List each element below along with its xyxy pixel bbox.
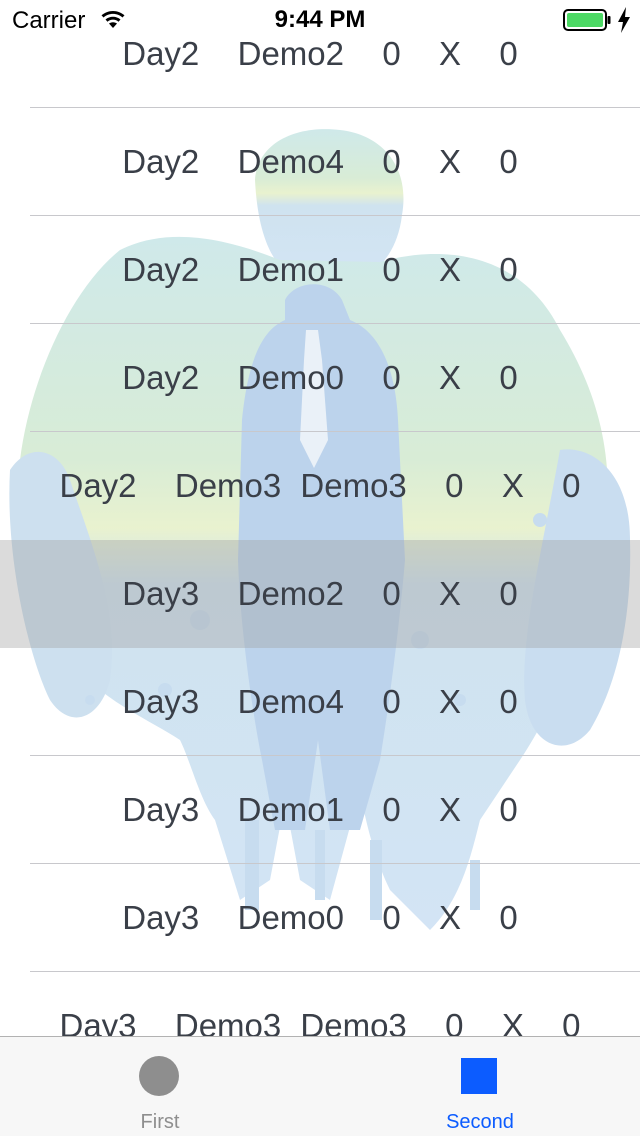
table-view[interactable]: Day2 Demo2 0 X 0 Day2 Demo4 0 X 0 Day2 D… xyxy=(0,0,640,1036)
app-screen: Day2 Demo2 0 X 0 Day2 Demo4 0 X 0 Day2 D… xyxy=(0,0,640,1136)
row-label: Day2 Demo4 0 X 0 xyxy=(122,143,518,180)
table-row[interactable]: Day2 Demo3 Demo3 0 X 0 xyxy=(0,432,640,540)
row-label: Day3 Demo1 0 X 0 xyxy=(122,791,518,828)
table-row[interactable]: Day3 Demo0 0 X 0 xyxy=(0,864,640,972)
tab-bar: First Second xyxy=(0,1036,640,1136)
row-label: Day3 Demo3 Demo3 0 X 0 xyxy=(59,1007,581,1036)
row-label: Day2 Demo3 Demo3 0 X 0 xyxy=(59,467,581,504)
tab-first[interactable]: First xyxy=(0,1037,320,1136)
table-row[interactable]: Day3 Demo1 0 X 0 xyxy=(0,756,640,864)
tab-second[interactable]: Second xyxy=(320,1037,640,1136)
row-label: Day3 Demo2 0 X 0 xyxy=(122,575,518,612)
row-label: Day2 Demo1 0 X 0 xyxy=(122,251,518,288)
row-label: Day2 Demo0 0 X 0 xyxy=(122,359,518,396)
table-row-selected[interactable]: Day3 Demo2 0 X 0 xyxy=(0,540,640,648)
circle-icon xyxy=(139,1056,179,1096)
table-row[interactable]: Day3 Demo4 0 X 0 xyxy=(0,648,640,756)
status-bar: Carrier 9:44 PM xyxy=(0,0,640,40)
row-label: Day2 Demo2 0 X 0 xyxy=(122,35,518,72)
tab-label: Second xyxy=(446,1111,514,1133)
row-label: Day3 Demo0 0 X 0 xyxy=(122,899,518,936)
tab-label: First xyxy=(140,1111,180,1133)
row-label: Day3 Demo4 0 X 0 xyxy=(122,683,518,720)
table-row[interactable]: Day2 Demo0 0 X 0 xyxy=(0,324,640,432)
battery-icon xyxy=(563,9,611,31)
bolt-icon xyxy=(618,7,630,33)
square-icon xyxy=(461,1058,497,1094)
table-row[interactable]: Day2 Demo4 0 X 0 xyxy=(0,108,640,216)
clock-label: 9:44 PM xyxy=(274,6,366,33)
table-row[interactable]: Day3 Demo3 Demo3 0 X 0 xyxy=(0,972,640,1036)
table-row[interactable]: Day2 Demo1 0 X 0 xyxy=(0,216,640,324)
